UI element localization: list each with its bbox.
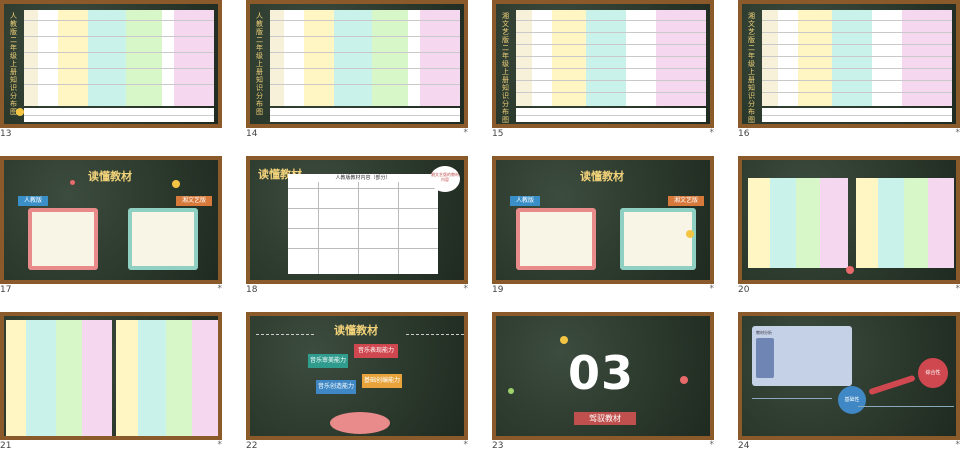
slide-star: *	[710, 284, 715, 294]
slide-star: *	[956, 128, 960, 138]
slide-number: 15	[492, 129, 503, 139]
slide-star: *	[218, 440, 223, 450]
slide-thumb-22[interactable]: 读懂教材 音乐审美能力 音乐表现能力 音乐创造能力 基础创编能力 22 *	[246, 312, 468, 440]
slide-title: 读懂教材	[580, 168, 624, 184]
slide-number: 16	[738, 129, 749, 139]
left-panel	[28, 208, 98, 270]
table-left	[748, 178, 848, 268]
flower-icon	[16, 108, 24, 116]
slide-thumb-23[interactable]: 03 驾驭教材 23 *	[492, 312, 714, 440]
slide-star: *	[464, 284, 469, 294]
knowledge-table	[24, 10, 214, 106]
pill-2: 综合性	[918, 358, 948, 388]
slide-title: 读懂教材	[88, 168, 132, 184]
slide-number: 22	[246, 441, 257, 451]
slide-sorter-grid: 人教版二年级上册知识分布图 13 人教版二年级上册知识分布图	[0, 0, 960, 440]
slide-thumb-17[interactable]: 读懂教材 人教版 湘文艺版 17 *	[0, 156, 222, 284]
slide-number: 19	[492, 285, 503, 295]
bubble-2: 音乐表现能力	[354, 344, 398, 358]
flower-icon	[686, 230, 694, 238]
slide-star: *	[464, 128, 469, 138]
slide-thumb-18[interactable]: 读懂教材 人教版教材内容（部分） 湘文艺版的教材内容 18 *	[246, 156, 468, 284]
slide-number: 20	[738, 285, 749, 295]
slide-star: *	[710, 128, 715, 138]
slide-number: 24	[738, 441, 749, 451]
slide-thumb-24[interactable]: 教材分析 基础性 综合性 24 *	[738, 312, 960, 440]
left-panel	[516, 208, 596, 270]
flower-icon	[846, 266, 854, 274]
content-table: 人教版教材内容（部分）	[288, 174, 438, 274]
right-tag: 湘文艺版	[668, 196, 704, 206]
flower-icon	[560, 336, 568, 344]
stage-base	[330, 412, 390, 434]
knowledge-table	[516, 10, 706, 106]
section-number: 03	[568, 346, 634, 400]
slide-star: *	[710, 440, 715, 450]
slide-thumb-19[interactable]: 读懂教材 人教版 湘文艺版 19 *	[492, 156, 714, 284]
table-right	[116, 320, 220, 438]
knowledge-table	[762, 10, 952, 106]
slide-star: *	[218, 284, 223, 294]
slide-title: 读懂教材	[334, 322, 378, 338]
knowledge-table	[270, 10, 460, 106]
flower-icon	[508, 388, 514, 394]
slide-number: 21	[0, 441, 11, 451]
slide-number: 13	[0, 129, 11, 139]
table-left	[6, 320, 112, 438]
info-card: 教材分析	[752, 326, 852, 386]
table-right	[856, 178, 954, 268]
slide-thumb-14[interactable]: 人教版二年级上册知识分布图 14 *	[246, 0, 468, 128]
slide-star: *	[956, 440, 960, 450]
slide-star: *	[956, 284, 960, 294]
slide-thumb-15[interactable]: 湘文艺版二年级上册知识分布图 15 *	[492, 0, 714, 128]
right-tag: 湘文艺版	[176, 196, 212, 206]
slide-star: *	[464, 440, 469, 450]
flower-icon	[70, 180, 75, 185]
callout-bubble: 湘文艺版的教材内容	[430, 166, 460, 192]
bubble-3: 音乐创造能力	[316, 380, 356, 394]
slide-thumb-16[interactable]: 湘文艺版二年级上册知识分布图 16 *	[738, 0, 960, 128]
slide-number: 17	[0, 285, 11, 295]
bubble-4: 基础创编能力	[362, 374, 402, 388]
slide-thumb-20[interactable]: 20 *	[738, 156, 960, 284]
right-panel	[128, 208, 198, 270]
slide-title: 湘文艺版二年级上册知识分布图	[748, 12, 758, 124]
flower-icon	[172, 180, 180, 188]
bubble-1: 音乐审美能力	[308, 354, 348, 368]
slide-title: 湘文艺版二年级上册知识分布图	[502, 12, 512, 124]
right-panel	[620, 208, 696, 270]
left-tag: 人教版	[510, 196, 540, 206]
flower-icon	[680, 376, 688, 384]
slide-title: 人教版二年级上册知识分布图	[256, 12, 266, 116]
slide-thumb-13[interactable]: 人教版二年级上册知识分布图 13	[0, 0, 222, 128]
left-tag: 人教版	[18, 196, 48, 206]
slide-thumb-21[interactable]: 21 *	[0, 312, 222, 440]
slide-number: 14	[246, 129, 257, 139]
section-tag: 驾驭教材	[574, 412, 636, 425]
slide-title: 人教版二年级上册知识分布图	[10, 12, 20, 116]
slide-number: 23	[492, 441, 503, 451]
slide-number: 18	[246, 285, 257, 295]
